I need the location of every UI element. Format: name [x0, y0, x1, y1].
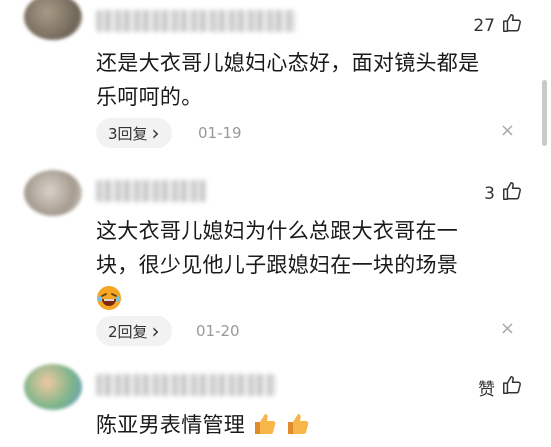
- thumbs-up-outline-icon: [501, 374, 523, 401]
- thumbs-up-emoji: [285, 411, 311, 437]
- comment-date: 01-19: [198, 124, 242, 142]
- thumbs-up-emoji: [252, 411, 278, 437]
- avatar[interactable]: [24, 170, 82, 216]
- username-blurred[interactable]: [96, 374, 276, 396]
- like-count: 3: [484, 183, 495, 204]
- comment-text: 陈亚男表情管理: [96, 408, 527, 442]
- scrollbar[interactable]: [542, 80, 547, 146]
- comment-date: 01-20: [196, 322, 240, 340]
- like-button[interactable]: 27: [473, 12, 523, 39]
- close-icon[interactable]: ×: [500, 120, 515, 141]
- avatar[interactable]: [24, 364, 82, 410]
- thumbs-up-outline-icon: [501, 12, 523, 39]
- close-icon[interactable]: ×: [500, 318, 515, 339]
- comment-text: 还是大衣哥儿媳妇心态好，面对镜头都是 乐呵呵的。: [96, 51, 480, 109]
- like-button[interactable]: 赞: [478, 374, 523, 401]
- like-count: 27: [473, 15, 495, 36]
- like-label: 赞: [478, 380, 495, 400]
- reply-label: 3回复: [108, 124, 148, 143]
- avatar[interactable]: [24, 0, 82, 40]
- username-blurred[interactable]: [96, 10, 296, 32]
- reply-count-button[interactable]: 3回复 ›: [96, 118, 172, 148]
- reply-label: 2回复: [108, 322, 148, 341]
- chevron-right-icon: ›: [151, 121, 160, 145]
- laughing-crying-emoji: [96, 285, 122, 311]
- like-button[interactable]: 3: [484, 180, 523, 207]
- chevron-right-icon: ›: [151, 319, 160, 343]
- comment-text: 这大衣哥儿媳妇为什么总跟大衣哥在一 块，很少见他儿子跟媳妇在一块的场景: [96, 214, 527, 316]
- thumbs-up-outline-icon: [501, 180, 523, 207]
- username-blurred[interactable]: [96, 180, 206, 202]
- reply-count-button[interactable]: 2回复 ›: [96, 316, 172, 346]
